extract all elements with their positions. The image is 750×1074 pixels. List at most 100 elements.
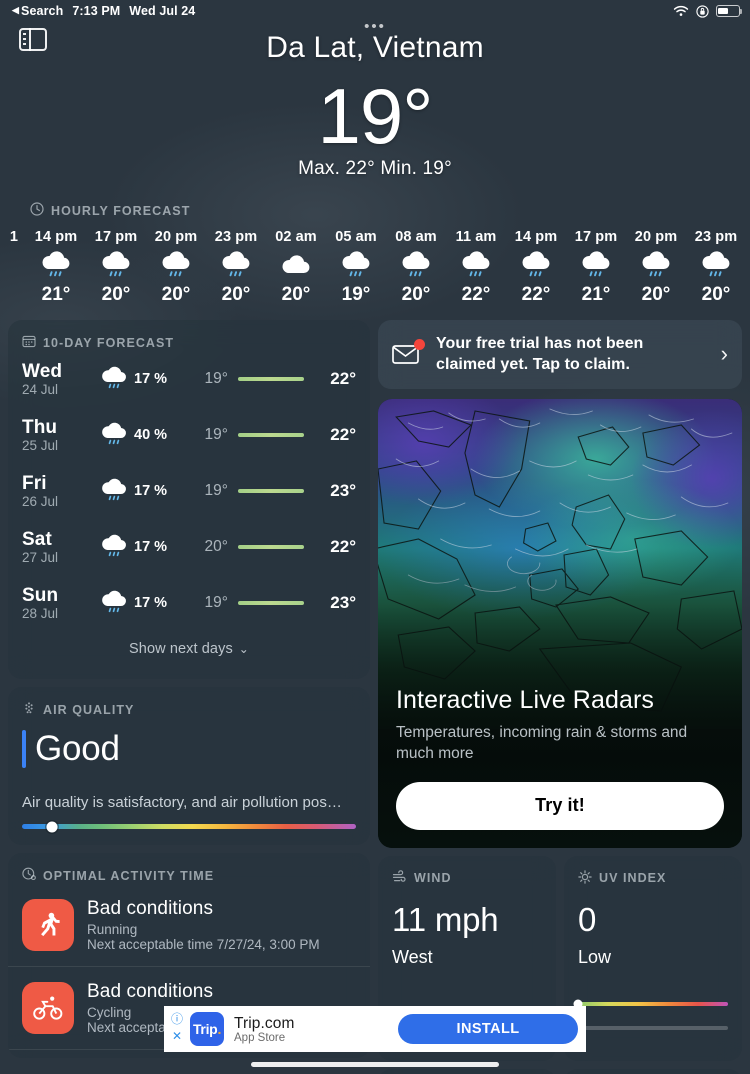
uv-index-level: Low: [578, 946, 612, 967]
day-low-temp: 19°: [204, 426, 228, 444]
hour-time: 11 am: [455, 229, 497, 246]
sun-card[interactable]: SUN: [378, 1068, 556, 1074]
table-row[interactable]: Thu 25 Jul 40 % 19° 22°: [22, 407, 356, 463]
day-high-temp: 22°: [330, 369, 356, 389]
uv-index-secondary-bar: [578, 1025, 728, 1030]
day-name-block: Fri 26 Jul: [22, 473, 94, 509]
hour-temp: 19°: [341, 284, 371, 306]
try-it-button[interactable]: Try it!: [396, 781, 724, 830]
hour-item-clipped[interactable]: 1: [2, 229, 26, 306]
envelope-icon: [392, 339, 425, 365]
free-trial-banner[interactable]: Your free trial has not been claimed yet…: [378, 320, 742, 389]
ad-banner[interactable]: ⓘ ✕ Trip. Trip.com App Store INSTALL: [164, 1006, 586, 1052]
hour-item[interactable]: 17 pm 20°: [86, 229, 146, 306]
hour-item[interactable]: 23 pm 20°: [206, 229, 266, 306]
hour-temp: 20°: [101, 284, 131, 306]
wind-speed: 11 mph: [392, 900, 499, 938]
radar-ad-card[interactable]: Interactive Live Radars Temperatures, in…: [378, 398, 742, 848]
hour-temp: 20°: [161, 284, 191, 306]
hour-item[interactable]: 14 pm 22°: [506, 229, 566, 306]
day-high-temp: 22°: [330, 537, 356, 557]
air-quality-card[interactable]: AIR QUALITY Good Air quality is satisfac…: [8, 687, 370, 846]
status-time: 7:13 PM: [72, 4, 121, 18]
rain-cloud-icon: [26, 251, 86, 281]
hour-item[interactable]: 08 am 20°: [386, 229, 446, 306]
trip-app-icon-dot: .: [217, 1021, 222, 1037]
air-quality-header: AIR QUALITY: [22, 701, 356, 718]
sun-icon: [578, 869, 592, 887]
rain-cloud-icon: [446, 251, 506, 281]
day-low-temp: 20°: [204, 538, 228, 556]
min-max-temperature: Max. 22° Min. 19°: [298, 158, 452, 180]
hour-item[interactable]: 20 pm 20°: [626, 229, 686, 306]
air-quality-scale: [22, 821, 356, 833]
hour-item[interactable]: 20 pm 20°: [146, 229, 206, 306]
sidebar-toggle-icon[interactable]: [19, 28, 47, 51]
status-back-search[interactable]: ◀ Search: [12, 4, 63, 18]
temp-range-bar: [238, 545, 304, 550]
rain-cloud-icon: [94, 422, 134, 449]
hour-time: 23 pm: [694, 229, 738, 246]
air-quality-value-row: Good: [22, 729, 356, 769]
uv-index-card[interactable]: UV INDEX 0 Low: [564, 855, 742, 1061]
info-icon[interactable]: ⓘ: [170, 1011, 184, 1028]
hour-temp: 20°: [641, 284, 671, 306]
temp-range-bar: [238, 377, 304, 382]
notification-dot-icon: [414, 339, 425, 351]
hour-temp: 22°: [461, 284, 491, 306]
table-row[interactable]: Sun 28 Jul 17 % 19° 23°: [22, 575, 356, 631]
hour-item[interactable]: 17 pm 21°: [566, 229, 626, 306]
hour-temp: 21°: [581, 284, 611, 306]
table-row[interactable]: Sat 27 Jul 17 % 20° 22°: [22, 519, 356, 575]
hourly-forecast-header: HOURLY FORECAST: [30, 202, 750, 219]
hour-item[interactable]: 11 am 22°: [446, 229, 506, 306]
close-icon[interactable]: ✕: [170, 1028, 184, 1045]
ad-store-label: App Store: [234, 1031, 286, 1044]
optimal-activity-header: OPTIMAL ACTIVITY TIME: [8, 867, 370, 884]
status-back-label: Search: [21, 4, 64, 18]
list-item[interactable]: Bad conditions Running Next acceptable tim…: [8, 884, 370, 966]
day-name: Sun: [22, 585, 59, 607]
activity-status: Bad conditions: [87, 981, 214, 1003]
rain-cloud-icon: [206, 251, 266, 281]
moon-card[interactable]: MOON: [564, 1068, 742, 1074]
hour-item[interactable]: 14 pm 21°: [26, 229, 86, 306]
hour-time: 17 pm: [574, 229, 618, 246]
show-next-days-button[interactable]: Show next days ⌄: [22, 631, 356, 671]
hour-time: 20 pm: [154, 229, 198, 246]
ten-day-rows: Wed 24 Jul 17 % 19° 22° Thu 25 Jul 40 % 19° 22° Fr…: [22, 351, 356, 631]
install-button[interactable]: INSTALL: [398, 1014, 578, 1044]
hour-temp: 20°: [221, 284, 251, 306]
free-trial-text: Your free trial has not been claimed yet…: [436, 335, 644, 374]
chevron-down-icon: ⌄: [238, 642, 249, 657]
hour-time: 1: [9, 229, 19, 246]
ten-day-forecast-card[interactable]: 10-DAY FORECAST Wed 24 Jul 17 % 19° 22° Thu 25…: [8, 320, 370, 680]
day-high-temp: 22°: [330, 425, 356, 445]
day-name: Wed: [22, 361, 63, 383]
table-row[interactable]: Fri 26 Jul 17 % 19° 23°: [22, 463, 356, 519]
hour-item[interactable]: 02 am 20°: [266, 229, 326, 306]
hour-item[interactable]: 23 pm 20°: [686, 229, 746, 306]
ad-marks[interactable]: ⓘ ✕: [170, 1011, 184, 1045]
day-high-temp: 23°: [330, 593, 356, 613]
home-indicator[interactable]: [251, 1062, 499, 1067]
header: ••• Da Lat, Vietnam 19° Max. 22° Min. 19…: [0, 19, 750, 180]
air-quality-value: Good: [35, 729, 120, 769]
day-low-temp: 19°: [204, 594, 228, 612]
activity-name: Running: [87, 922, 138, 938]
chevron-right-icon: ›: [720, 341, 728, 367]
hour-time: 20 pm: [634, 229, 678, 246]
hourly-forecast-list[interactable]: 1 14 pm 21° 17 pm 20° 20 pm 20° 23 pm 20° 02 am 2…: [0, 229, 750, 306]
table-row[interactable]: Wed 24 Jul 17 % 19° 22°: [22, 351, 356, 407]
rain-cloud-icon: [506, 251, 566, 281]
current-temperature: 19°: [317, 72, 434, 160]
rain-cloud-icon: [686, 251, 746, 281]
rain-cloud-icon: [94, 366, 134, 393]
activity-clock-icon: [22, 867, 36, 884]
hour-item[interactable]: 05 am 19°: [326, 229, 386, 306]
rain-cloud-icon: [86, 251, 146, 281]
day-date: 26 Jul: [22, 494, 59, 510]
hourly-forecast-title: HOURLY FORECAST: [51, 203, 191, 218]
hour-temp: 21°: [41, 284, 71, 306]
wind-title: WIND: [414, 871, 452, 886]
